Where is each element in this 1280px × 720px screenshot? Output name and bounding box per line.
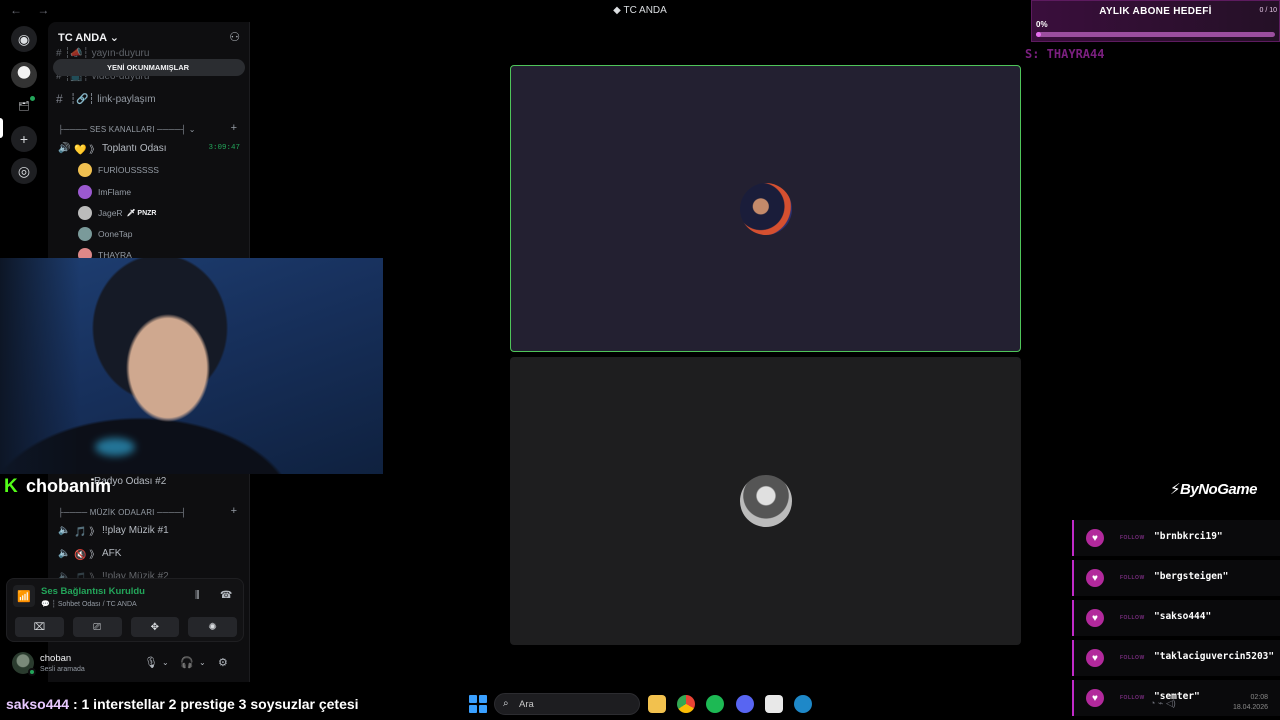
avatar — [739, 182, 792, 235]
goal-title: AYLIK ABONE HEDEFİ — [1099, 6, 1212, 17]
chat-author: sakso444 — [6, 696, 70, 712]
spotify-icon[interactable] — [706, 695, 724, 713]
chat-ticker: sakso444 : 1 interstellar 2 prestige 3 s… — [6, 696, 359, 712]
taskbar-clock[interactable]: 02:08 18.04.2026 — [1233, 693, 1268, 713]
avatar — [78, 163, 92, 177]
avatar — [78, 206, 92, 220]
guild-name[interactable]: TC ANDA ⌄ — [58, 31, 119, 44]
heart-icon: ♥ — [1086, 649, 1104, 667]
server-icon-tc-anda[interactable] — [11, 62, 37, 88]
user-panel: choban Sesli aramada 🎙 ⌄ 🎧 ⌄ ⚙ — [6, 646, 244, 680]
voice-member[interactable]: ImFlame — [78, 183, 131, 201]
channel-link-paylasim[interactable]: # ┆🔗┆ link-paylaşım — [56, 90, 156, 108]
follow-alert: ♥ FOLLOW "taklaciguvercin5203" — [1072, 640, 1280, 676]
connection-status[interactable]: Ses Bağlantısı Kuruldu — [41, 586, 145, 597]
follower-name: "sakso444" — [1154, 611, 1212, 622]
participant-tile[interactable] — [510, 357, 1021, 645]
follow-feed: ♥ FOLLOW "brnbkrci19" ♥ FOLLOW "bergstei… — [1072, 520, 1280, 720]
follow-alert: ♥ FOLLOW "brnbkrci19" — [1072, 520, 1280, 556]
voice-badge — [28, 94, 37, 103]
system-tray[interactable]: ◔ ⌁ ◁) — [1150, 698, 1176, 709]
voice-member[interactable]: OoneTap — [78, 225, 133, 243]
compass-icon[interactable]: ◎ — [11, 158, 37, 184]
category-music[interactable]: ├──── MÜZİK ODALARI ────┤ — [58, 508, 186, 517]
sub-ticker: S: THAYRA44 — [1025, 47, 1105, 61]
avatar — [78, 227, 92, 241]
gear-icon[interactable]: ⚙ — [218, 656, 228, 669]
brand-mark-icon: ⚡ — [1170, 481, 1181, 498]
discord-icon[interactable] — [736, 695, 754, 713]
search-icon: ⌕ — [503, 698, 509, 709]
user-status: Sesli aramada — [40, 666, 85, 673]
voice-member[interactable]: JageR 🗡 PNZR — [78, 204, 156, 222]
disconnect-icon[interactable]: ☎ — [220, 590, 232, 601]
add-channel-icon[interactable]: + — [231, 122, 237, 134]
webcam-shadow — [0, 258, 80, 474]
speaker-icon: 🔈 — [58, 524, 71, 536]
taskbar-search[interactable]: ⌕ Ara — [494, 693, 640, 715]
hash-icon: # — [56, 92, 63, 106]
follow-alert: ♥ FOLLOW "bergsteigen" — [1072, 560, 1280, 596]
plus-icon[interactable]: + — [11, 126, 37, 152]
heart-icon: ♥ — [1086, 689, 1104, 707]
chevron-down-icon[interactable]: ⌄ — [162, 658, 169, 667]
speaker-icon: 🔈 — [58, 547, 71, 559]
voice-timer: 3:09:47 — [208, 144, 240, 152]
microphone-icon[interactable]: 🎙 — [144, 656, 158, 669]
search-placeholder: Ara — [519, 699, 534, 710]
goal-percent: 0% — [1036, 20, 1048, 29]
speaker-icon: ◆ — [613, 5, 624, 16]
voice-member[interactable]: FURİOUSSSSS — [78, 161, 159, 179]
voice-channel-toplanti[interactable]: 🔊 💛 》 Toplantı Odası 3:09:47 — [58, 139, 240, 157]
follower-name: "taklaciguvercin5203" — [1154, 651, 1275, 662]
selected-server-indicator — [0, 118, 3, 138]
noise-suppression-icon[interactable]: ⫼ — [195, 590, 200, 601]
guild-tag: 🗡 PNZR — [126, 210, 157, 217]
webcam-light — [95, 438, 135, 456]
voice-connection-panel: 📶 Ses Bağlantısı Kuruldu 💬 ┆ Sohbet Odas… — [6, 578, 244, 642]
chrome-icon[interactable] — [677, 695, 695, 713]
screen-share-icon[interactable]: ⎚ — [72, 617, 122, 637]
chat-message: : 1 interstellar 2 prestige 3 soysuzlar … — [69, 696, 359, 712]
heart-icon: ♥ — [1086, 609, 1104, 627]
signal-icon[interactable]: 📶 — [13, 585, 35, 607]
follow-alert: ♥ FOLLOW "sakso444" — [1072, 600, 1280, 636]
participant-tile-speaking[interactable] — [510, 65, 1021, 352]
goal-count: 0 / 10 — [1259, 7, 1277, 14]
webcam-feed — [0, 258, 383, 474]
invite-member-icon[interactable]: ⚇ — [229, 30, 240, 44]
add-channel-icon[interactable]: + — [231, 505, 237, 517]
follower-name: "bergsteigen" — [1154, 571, 1229, 582]
soundboard-icon[interactable]: ✺ — [188, 617, 237, 637]
brand-logo: ⚡ByNoGame — [1170, 481, 1257, 498]
subscriber-goal-widget: AYLIK ABONE HEDEFİ 0 / 10 0% — [1031, 0, 1280, 42]
unread-banner[interactable]: YENİ OKUNMAMIŞLAR — [53, 59, 245, 76]
voice-action-buttons: ⌧ ⎚ ✥ ✺ — [15, 617, 237, 637]
camera-off-icon[interactable]: ⌧ — [15, 617, 64, 637]
file-explorer-icon[interactable] — [648, 695, 666, 713]
connection-location[interactable]: 💬 ┆ Sohbet Odası / TC ANDA — [41, 600, 137, 608]
windows-start-icon[interactable] — [469, 695, 487, 713]
headphones-icon[interactable]: 🎧 — [180, 656, 194, 669]
heart-icon: ♥ — [1086, 529, 1104, 547]
online-status-dot — [28, 668, 36, 676]
username[interactable]: choban — [40, 653, 71, 664]
edge-icon[interactable] — [794, 695, 812, 713]
kick-logo-icon: K — [4, 476, 18, 497]
avatar — [739, 475, 792, 527]
speaker-icon: 🔊 — [58, 142, 71, 154]
voice-channel-afk[interactable]: 🔈 🔇 》 AFK — [58, 544, 240, 562]
discord-logo-icon[interactable]: ◉ — [11, 26, 37, 52]
heart-icon: ♥ — [1086, 569, 1104, 587]
voice-channel-muzik-1[interactable]: 🔈 🎵 》 !!play Müzik #1 — [58, 521, 240, 539]
goal-progress-track — [1036, 32, 1275, 37]
goal-progress-fill — [1036, 32, 1041, 37]
streamer-name: chobanim — [26, 476, 112, 496]
notepad-icon[interactable] — [765, 695, 783, 713]
follower-name: "brnbkrci19" — [1154, 531, 1223, 542]
chevron-down-icon[interactable]: ⌄ — [199, 658, 206, 667]
activities-icon[interactable]: ✥ — [130, 617, 180, 637]
category-voice[interactable]: ├──── SES KANALLARI ────┤ ⌄ — [58, 125, 196, 134]
avatar — [78, 185, 92, 199]
